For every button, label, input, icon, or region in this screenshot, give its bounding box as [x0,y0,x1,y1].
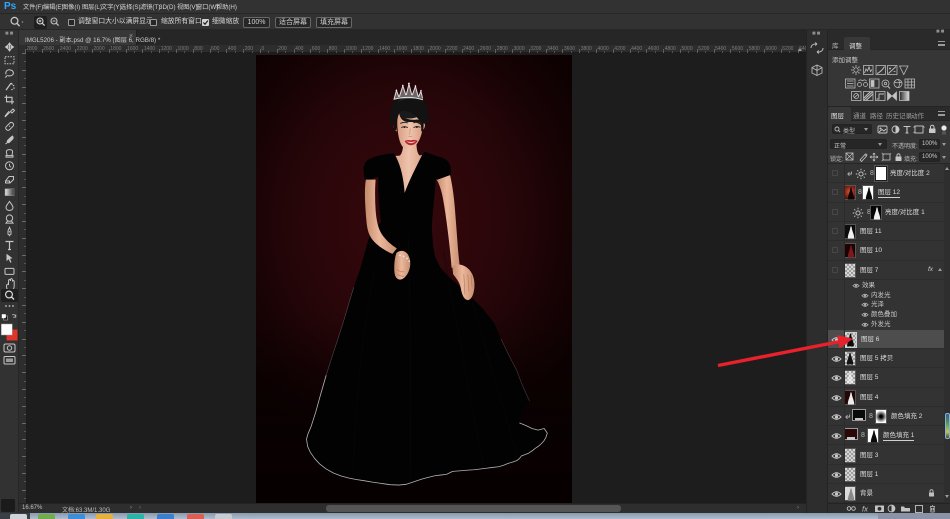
svg-text:fx: fx [862,505,868,514]
